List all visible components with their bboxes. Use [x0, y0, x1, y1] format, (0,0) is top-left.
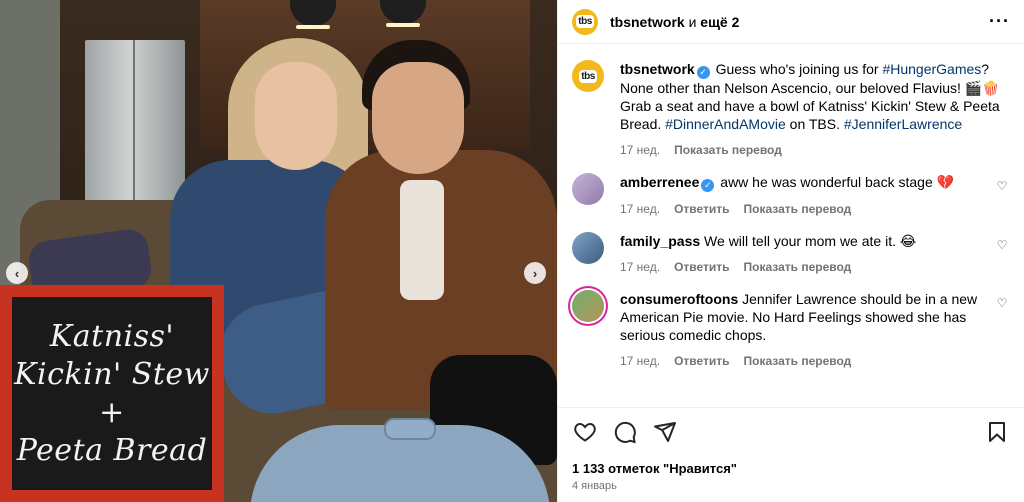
caption-text-part: Guess who's joining us for: [711, 61, 883, 77]
caption-body: tbsnetwork ✓ Guess who's joining us for #…: [620, 60, 1010, 159]
post-date[interactable]: 4 январь: [558, 476, 1024, 502]
bookmark-icon: [989, 421, 1005, 442]
post-header: tbs tbsnetwork и ещё 2 ···: [558, 0, 1024, 44]
comment-username[interactable]: family_pass: [620, 233, 700, 249]
likes-count[interactable]: 1 133 отметок "Нравится": [558, 455, 1024, 476]
translate-button[interactable]: Показать перевод: [744, 352, 852, 370]
avatar[interactable]: tbs: [572, 8, 598, 35]
share-icon: [654, 421, 676, 442]
comment-body: amberrenee ✓ aww he was wonderful back st…: [620, 173, 994, 218]
reply-button[interactable]: Ответить: [674, 200, 729, 218]
heart-icon: [574, 422, 596, 442]
caption: tbs tbsnetwork ✓ Guess who's joining us f…: [572, 60, 1010, 159]
post-author: tbsnetwork и ещё 2: [610, 14, 739, 30]
comment-meta: 17 нед. Ответить Показать перевод: [620, 352, 986, 370]
post-photo[interactable]: Katniss' Kickin' Stew + Peeta Bread ‹ ›: [0, 0, 557, 502]
brand-logo: tbs: [579, 69, 597, 83]
board-text: +: [99, 394, 125, 430]
verified-badge-icon: ✓: [696, 66, 710, 79]
board-text: Katniss': [49, 318, 175, 354]
timestamp[interactable]: 17 нед.: [620, 200, 660, 218]
post-side-panel: tbs tbsnetwork и ещё 2 ··· tbs tbsnetwor…: [557, 0, 1024, 502]
brand-logo: tbs: [576, 15, 594, 28]
translate-button[interactable]: Показать перевод: [674, 141, 782, 159]
comment-text: family_pass We will tell your mom we ate…: [620, 232, 986, 250]
heart-icon: ♡: [996, 296, 1008, 310]
pot-lid-knob: [384, 418, 436, 440]
board-text: Peeta Bread: [16, 432, 208, 468]
comment-like-button[interactable]: ♡: [994, 290, 1010, 370]
comment-body: consumeroftoons Jennifer Lawrence should…: [620, 290, 994, 370]
caption-username[interactable]: tbsnetwork: [620, 61, 695, 77]
share-button[interactable]: [652, 419, 678, 445]
comment-message: aww he was wonderful back stage 💔: [716, 174, 955, 190]
translate-button[interactable]: Показать перевод: [744, 200, 852, 218]
timestamp[interactable]: 17 нед.: [620, 141, 660, 159]
like-button[interactable]: [572, 419, 598, 445]
post-actions-bar: [558, 407, 1024, 455]
timestamp[interactable]: 17 нед.: [620, 258, 660, 276]
comment-like-button[interactable]: ♡: [994, 173, 1010, 218]
verified-badge-icon: ✓: [701, 179, 715, 192]
board-text: Kickin' Stew: [14, 356, 210, 392]
comment: family_pass We will tell your mom we ate…: [572, 232, 1010, 276]
more-options-button[interactable]: ···: [989, 11, 1010, 32]
post-dialog: Katniss' Kickin' Stew + Peeta Bread ‹ › …: [0, 0, 1024, 502]
comment-body: family_pass We will tell your mom we ate…: [620, 232, 994, 276]
caption-text-part: on TBS.: [785, 116, 844, 132]
comment: consumeroftoons Jennifer Lawrence should…: [572, 290, 1010, 370]
avatar[interactable]: [572, 173, 604, 205]
comment-username[interactable]: consumeroftoons: [620, 291, 738, 307]
carousel-prev-button[interactable]: ‹: [6, 262, 28, 284]
comment-username[interactable]: amberrenee: [620, 174, 699, 190]
collaborators-link[interactable]: ещё 2: [700, 14, 739, 30]
more-horizontal-icon: ···: [989, 11, 1010, 31]
comment: amberrenee ✓ aww he was wonderful back st…: [572, 173, 1010, 218]
timestamp[interactable]: 17 нед.: [620, 352, 660, 370]
chevron-left-icon: ‹: [14, 265, 20, 281]
comment-message: We will tell your mom we ate it. 😂: [700, 233, 917, 249]
hashtag-link[interactable]: #HungerGames: [882, 61, 981, 77]
heart-icon: ♡: [996, 179, 1008, 193]
comment-text: amberrenee ✓ aww he was wonderful back st…: [620, 173, 986, 192]
reply-button[interactable]: Ответить: [674, 258, 729, 276]
comment-text: consumeroftoons Jennifer Lawrence should…: [620, 290, 986, 344]
comments-list: tbs tbsnetwork ✓ Guess who's joining us f…: [558, 44, 1024, 407]
chalkboard-sign: Katniss' Kickin' Stew + Peeta Bread: [0, 285, 224, 502]
avatar[interactable]: [572, 290, 604, 322]
woman-face: [255, 62, 337, 170]
comment-meta: 17 нед. Ответить Показать перевод: [620, 258, 986, 276]
chevron-right-icon: ›: [532, 265, 538, 281]
comment-like-button[interactable]: ♡: [994, 232, 1010, 276]
comment-icon: [614, 421, 636, 443]
comment-meta: 17 нед. Ответить Показать перевод: [620, 200, 986, 218]
caption-meta: 17 нед. Показать перевод: [620, 141, 1002, 159]
heart-icon: ♡: [996, 238, 1008, 252]
chalkboard-surface: Katniss' Kickin' Stew + Peeta Bread: [12, 297, 212, 490]
author-conjunction: и: [684, 13, 701, 30]
man-face: [372, 62, 464, 174]
save-button[interactable]: [984, 419, 1010, 445]
avatar[interactable]: tbs: [572, 60, 604, 92]
man-shirt: [400, 180, 444, 300]
translate-button[interactable]: Показать перевод: [744, 258, 852, 276]
carousel-next-button[interactable]: ›: [524, 262, 546, 284]
hashtag-link[interactable]: #DinnerAndAMovie: [665, 116, 786, 132]
hashtag-link[interactable]: #JenniferLawrence: [844, 116, 962, 132]
author-username[interactable]: tbsnetwork: [610, 14, 685, 30]
avatar[interactable]: [572, 232, 604, 264]
caption-text: tbsnetwork ✓ Guess who's joining us for #…: [620, 60, 1002, 133]
reply-button[interactable]: Ответить: [674, 352, 729, 370]
comment-button[interactable]: [612, 419, 638, 445]
